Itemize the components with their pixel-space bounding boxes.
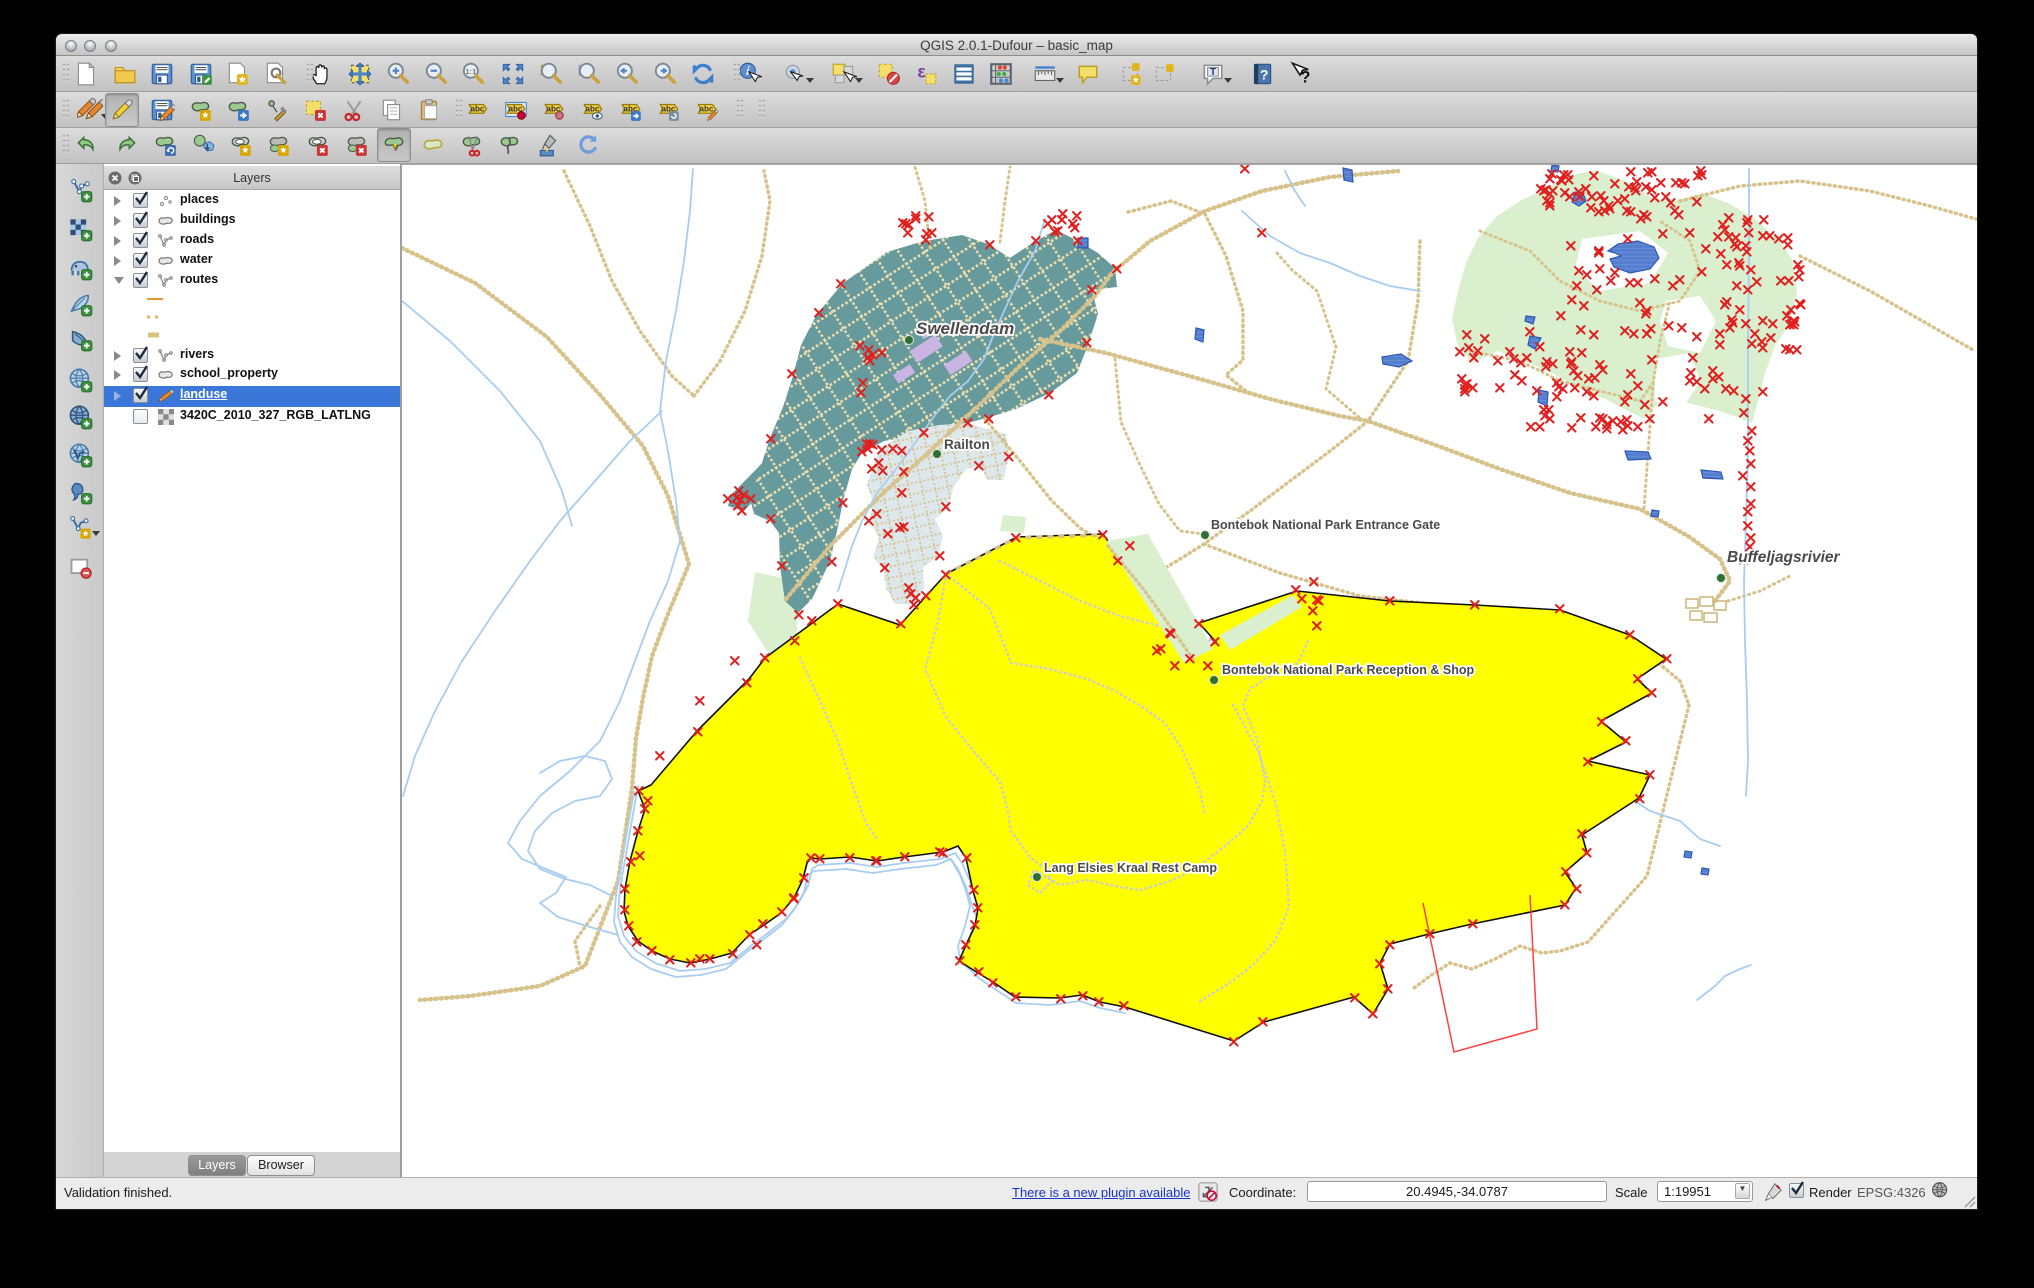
svg-text:Railton: Railton [944,437,990,452]
svg-text:Swellendam: Swellendam [916,319,1014,338]
svg-text:Lang Elsies Kraal Rest Camp: Lang Elsies Kraal Rest Camp [1044,861,1217,875]
svg-text:Bontebok National Park Recepti: Bontebok National Park Reception & Shop [1222,663,1474,677]
svg-text:Bontebok National Park Entranc: Bontebok National Park Entrance Gate [1211,518,1440,532]
svg-text:Buffeljagsrivier: Buffeljagsrivier [1727,549,1841,566]
